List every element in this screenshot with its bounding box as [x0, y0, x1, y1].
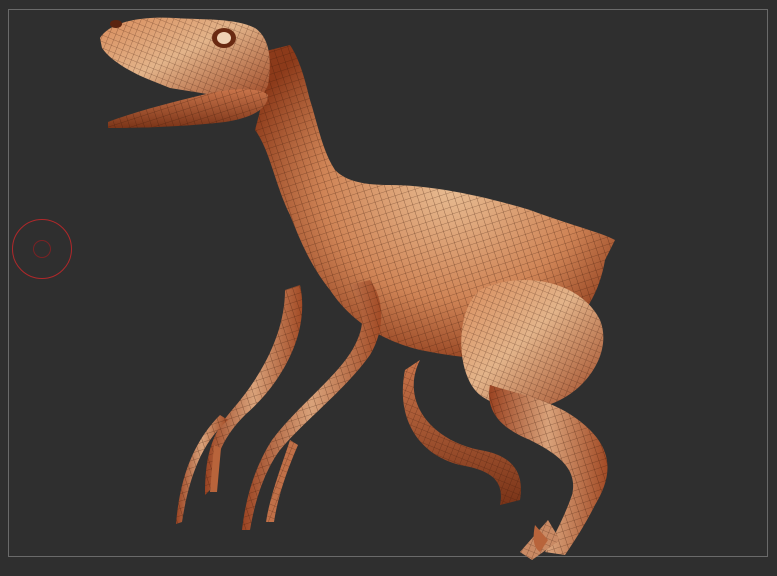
- 3d-viewport[interactable]: [0, 0, 777, 576]
- brush-cursor-icon: [12, 219, 72, 279]
- brush-cursor-center: [33, 240, 51, 258]
- left-arm: [176, 285, 303, 524]
- head: [100, 17, 270, 128]
- right-thigh: [461, 280, 604, 410]
- dinosaur-model[interactable]: [0, 0, 777, 576]
